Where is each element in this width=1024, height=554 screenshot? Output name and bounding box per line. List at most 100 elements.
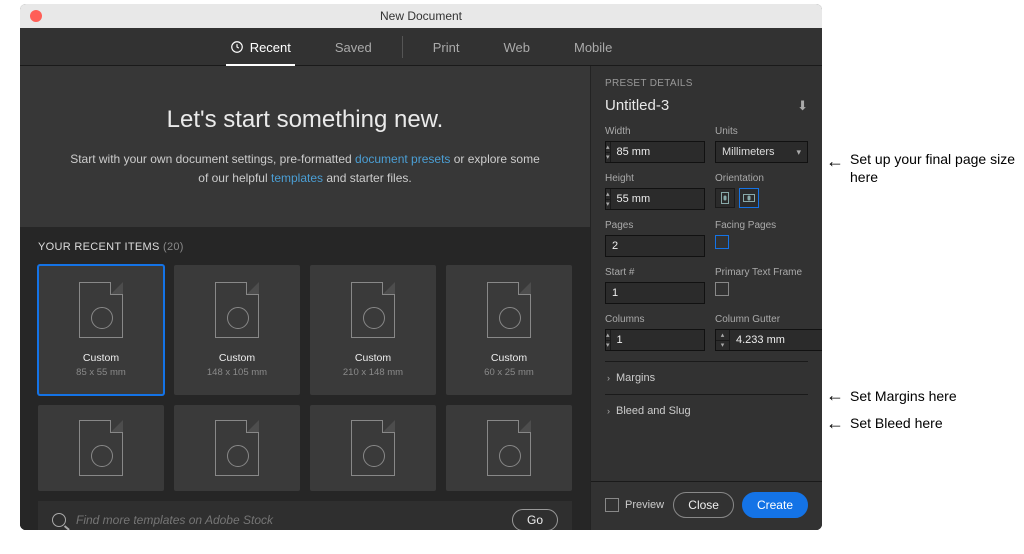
tab-mobile[interactable]: Mobile bbox=[552, 28, 634, 66]
stock-go-button[interactable]: Go bbox=[512, 509, 558, 530]
gutter-stepper[interactable]: ▴▾ bbox=[716, 330, 730, 350]
content-area: Let's start something new. Start with yo… bbox=[20, 66, 822, 530]
columns-field[interactable]: ▴▾ bbox=[605, 329, 705, 351]
facing-pages-label: Facing Pages bbox=[715, 220, 808, 231]
preset-card[interactable] bbox=[310, 405, 436, 491]
stock-search-input[interactable] bbox=[76, 513, 502, 527]
create-button[interactable]: Create bbox=[742, 492, 808, 518]
primary-text-frame-label: Primary Text Frame bbox=[715, 267, 808, 278]
preset-details-panel: PRESET DETAILS Untitled-3 ⬇ Width ▴▾ bbox=[590, 66, 822, 530]
chevron-right-icon: › bbox=[607, 406, 610, 416]
tab-web[interactable]: Web bbox=[482, 28, 553, 66]
units-select[interactable]: Millimeters ▾ bbox=[715, 141, 808, 163]
preset-icon bbox=[487, 420, 531, 476]
pages-field[interactable] bbox=[605, 235, 705, 257]
orientation-portrait-button[interactable] bbox=[715, 188, 735, 208]
preset-card[interactable]: Custom 148 x 105 mm bbox=[174, 265, 300, 395]
annotation-page-size: ← Set up your final page size here bbox=[826, 150, 1022, 186]
preset-icon bbox=[79, 282, 123, 338]
preset-icon bbox=[215, 282, 259, 338]
preview-label: Preview bbox=[625, 499, 664, 511]
margins-label: Margins bbox=[616, 372, 655, 384]
preset-name: Custom bbox=[355, 352, 391, 364]
height-label: Height bbox=[605, 173, 705, 184]
preset-dim: 85 x 55 mm bbox=[76, 367, 126, 378]
arrow-left-icon: ← bbox=[826, 412, 844, 435]
tab-divider bbox=[402, 36, 403, 58]
annotation-column: ← Set up your final page size here ← Set… bbox=[822, 0, 1022, 439]
tab-label: Print bbox=[433, 40, 460, 55]
search-icon bbox=[52, 513, 66, 527]
preset-grid: Custom 85 x 55 mm Custom 148 x 105 mm Cu… bbox=[38, 265, 572, 395]
preset-card[interactable] bbox=[38, 405, 164, 491]
width-field[interactable]: ▴▾ bbox=[605, 141, 705, 163]
tab-label: Web bbox=[504, 40, 531, 55]
preset-dim: 148 x 105 mm bbox=[207, 367, 267, 378]
left-pane: Let's start something new. Start with yo… bbox=[20, 66, 590, 530]
gutter-field[interactable]: ▴▾ bbox=[715, 329, 822, 351]
facing-pages-checkbox[interactable] bbox=[715, 235, 729, 249]
orientation-label: Orientation bbox=[715, 173, 808, 184]
preset-footer: Preview Close Create bbox=[591, 481, 822, 530]
close-button[interactable]: Close bbox=[673, 492, 734, 518]
close-window-button[interactable] bbox=[30, 10, 42, 22]
hero-description: Start with your own document settings, p… bbox=[65, 150, 545, 187]
pages-label: Pages bbox=[605, 220, 705, 231]
orientation-landscape-button[interactable] bbox=[739, 188, 759, 208]
preset-dim: 210 x 148 mm bbox=[343, 367, 403, 378]
recent-items-heading: YOUR RECENT ITEMS (20) bbox=[38, 241, 572, 253]
tab-print[interactable]: Print bbox=[411, 28, 482, 66]
document-title-field[interactable]: Untitled-3 bbox=[605, 97, 669, 114]
preset-card[interactable]: Custom 85 x 55 mm bbox=[38, 265, 164, 395]
tab-label: Saved bbox=[335, 40, 372, 55]
annotation-margins: ← Set Margins here bbox=[826, 384, 1022, 407]
clock-icon bbox=[230, 40, 244, 54]
preset-icon bbox=[351, 420, 395, 476]
preset-icon bbox=[351, 282, 395, 338]
preset-name: Custom bbox=[219, 352, 255, 364]
preset-icon bbox=[487, 282, 531, 338]
preset-grid-row-2 bbox=[38, 405, 572, 491]
preset-card[interactable] bbox=[446, 405, 572, 491]
link-templates[interactable]: templates bbox=[271, 171, 323, 185]
bleed-label: Bleed and Slug bbox=[616, 405, 691, 417]
preset-details-label: PRESET DETAILS bbox=[605, 78, 808, 89]
preset-name: Custom bbox=[491, 352, 527, 364]
gutter-label: Column Gutter bbox=[715, 314, 822, 325]
start-number-field[interactable] bbox=[605, 282, 705, 304]
title-bar: New Document bbox=[20, 4, 822, 28]
download-preset-icon[interactable]: ⬇ bbox=[797, 98, 808, 114]
preset-card[interactable]: Custom 210 x 148 mm bbox=[310, 265, 436, 395]
start-number-label: Start # bbox=[605, 267, 705, 278]
tab-recent[interactable]: Recent bbox=[208, 28, 313, 66]
units-label: Units bbox=[715, 126, 808, 137]
bleed-slug-collapsible[interactable]: › Bleed and Slug bbox=[605, 394, 808, 427]
annotation-bleed: ← Set Bleed here bbox=[826, 412, 1022, 435]
tabs-bar: Recent Saved Print Web Mobile bbox=[20, 28, 822, 66]
preset-icon bbox=[79, 420, 123, 476]
margins-collapsible[interactable]: › Margins bbox=[605, 361, 808, 394]
link-document-presets[interactable]: document presets bbox=[355, 152, 450, 166]
preset-card[interactable]: Custom 60 x 25 mm bbox=[446, 265, 572, 395]
preset-icon bbox=[215, 420, 259, 476]
new-document-window: New Document Recent Saved Print Web Mobi… bbox=[20, 4, 822, 530]
chevron-down-icon: ▾ bbox=[796, 147, 801, 158]
gutter-input[interactable] bbox=[730, 334, 822, 346]
preset-name: Custom bbox=[83, 352, 119, 364]
arrow-left-icon: ← bbox=[826, 150, 844, 173]
columns-label: Columns bbox=[605, 314, 705, 325]
tab-label: Recent bbox=[250, 40, 291, 55]
height-field[interactable]: ▴▾ bbox=[605, 188, 705, 210]
preset-card[interactable] bbox=[174, 405, 300, 491]
preset-dim: 60 x 25 mm bbox=[484, 367, 534, 378]
preview-checkbox[interactable] bbox=[605, 498, 619, 512]
recent-section: YOUR RECENT ITEMS (20) Custom 85 x 55 mm… bbox=[20, 227, 590, 530]
primary-text-frame-checkbox[interactable] bbox=[715, 282, 729, 296]
hero-section: Let's start something new. Start with yo… bbox=[20, 66, 590, 227]
arrow-left-icon: ← bbox=[826, 384, 844, 407]
tab-saved[interactable]: Saved bbox=[313, 28, 394, 66]
tab-label: Mobile bbox=[574, 40, 612, 55]
window-title: New Document bbox=[380, 9, 462, 23]
chevron-right-icon: › bbox=[607, 373, 610, 383]
units-value: Millimeters bbox=[722, 146, 775, 158]
